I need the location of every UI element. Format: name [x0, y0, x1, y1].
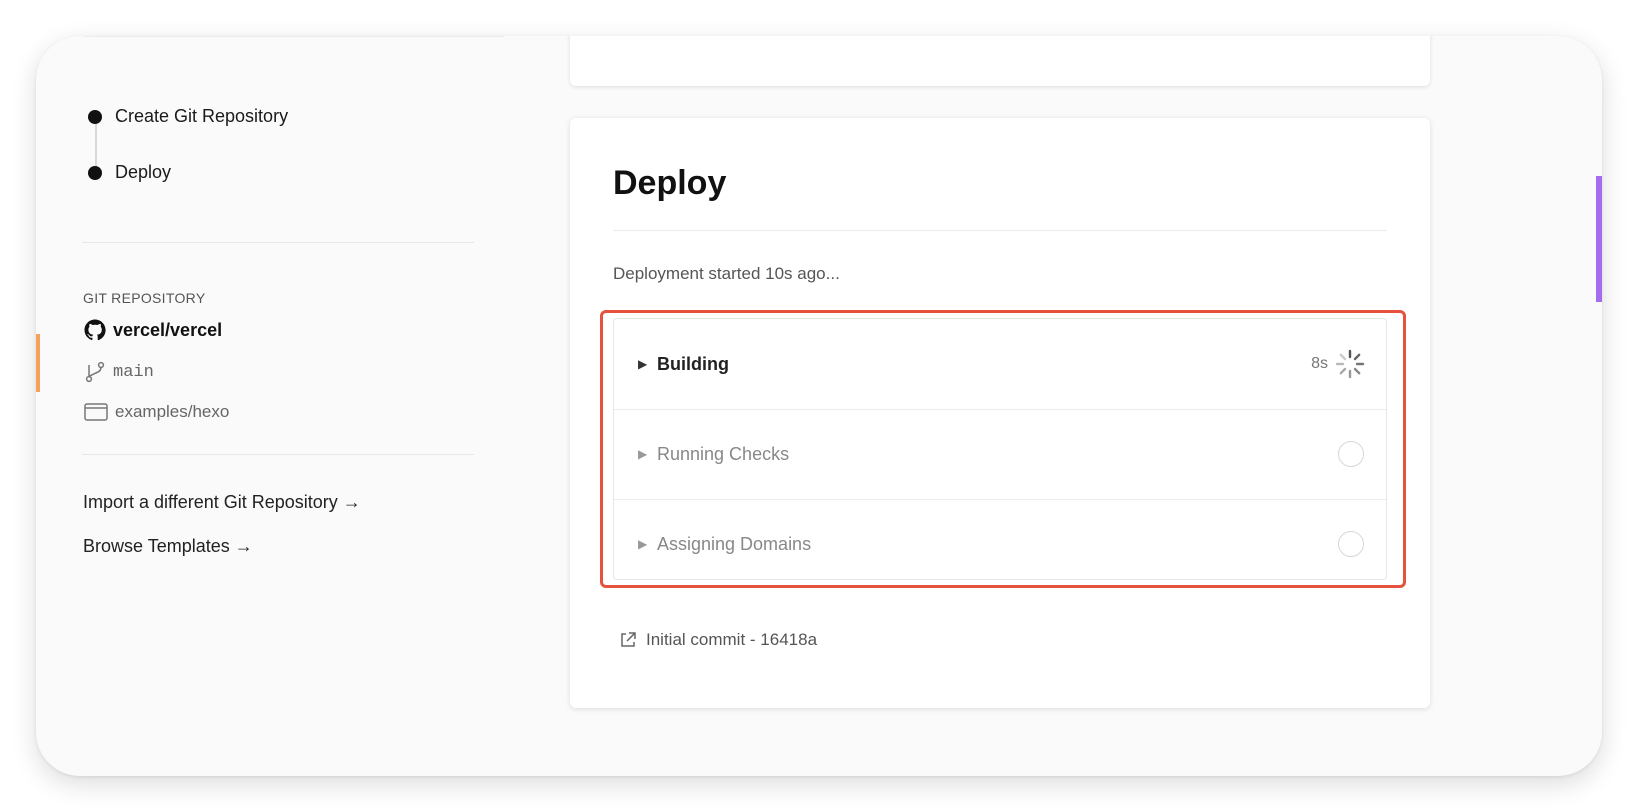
step-label: Running Checks [657, 443, 790, 464]
step-create-repo: Create Git Repository [88, 106, 288, 127]
step-label: Create Git Repository [115, 106, 289, 126]
commit-label: Initial commit - 16418a [646, 630, 818, 649]
branch-name: main [113, 362, 154, 382]
caret-right-icon: ▶ [638, 537, 648, 551]
deploy-steps: ▶ Building 8s ▶ Running Checks ▶ Assigni… [613, 318, 1387, 580]
step-duration: 8s [1311, 355, 1328, 372]
pending-icon [1338, 441, 1364, 467]
repo-name-row[interactable]: vercel/vercel [83, 318, 222, 342]
step-label: Building [657, 353, 729, 374]
repo-name: vercel/vercel [113, 319, 223, 340]
previous-card [570, 36, 1430, 86]
deploy-title: Deploy [613, 164, 727, 202]
side-marker [36, 334, 40, 392]
scroll-indicator[interactable] [1596, 176, 1602, 302]
github-icon [84, 319, 106, 341]
step-row-assigning-domains[interactable]: ▶ Assigning Domains [614, 499, 1386, 579]
step-deploy: Deploy [88, 162, 171, 183]
deploy-card: Deploy Deployment started 10s ago... ▶ B… [570, 118, 1430, 708]
branch-row: main [83, 360, 154, 384]
step-label: Assigning Domains [657, 533, 812, 554]
caret-right-icon: ▶ [638, 447, 648, 461]
browse-templates-link[interactable]: Browse Templates → [83, 536, 253, 557]
step-dot [88, 109, 102, 124]
git-branch-icon [85, 361, 105, 383]
app-window: Create Git Repository Deploy GIT REPOSIT… [36, 36, 1602, 776]
step-dot [88, 165, 102, 180]
caret-right-icon: ▶ [638, 357, 648, 371]
pending-icon [1338, 531, 1364, 557]
folder-icon [84, 403, 108, 421]
deployment-status: Deployment started 10s ago... [613, 264, 840, 283]
step-label: Deploy [115, 162, 172, 182]
title-divider [613, 230, 1387, 231]
directory-path: examples/hexo [115, 402, 230, 421]
import-repo-link[interactable]: Import a different Git Repository → [83, 492, 361, 513]
section-label: GIT REPOSITORY [83, 290, 206, 306]
top-divider [84, 36, 504, 37]
sidebar-divider [82, 242, 474, 243]
step-row-running-checks[interactable]: ▶ Running Checks [614, 409, 1386, 500]
commit-link[interactable]: Initial commit - 16418a [618, 630, 817, 650]
spinner-icon [1335, 349, 1365, 379]
step-row-building[interactable]: ▶ Building 8s [614, 319, 1386, 410]
sidebar-divider [82, 454, 474, 455]
external-link-icon [621, 632, 636, 647]
directory-row: examples/hexo [83, 401, 229, 423]
